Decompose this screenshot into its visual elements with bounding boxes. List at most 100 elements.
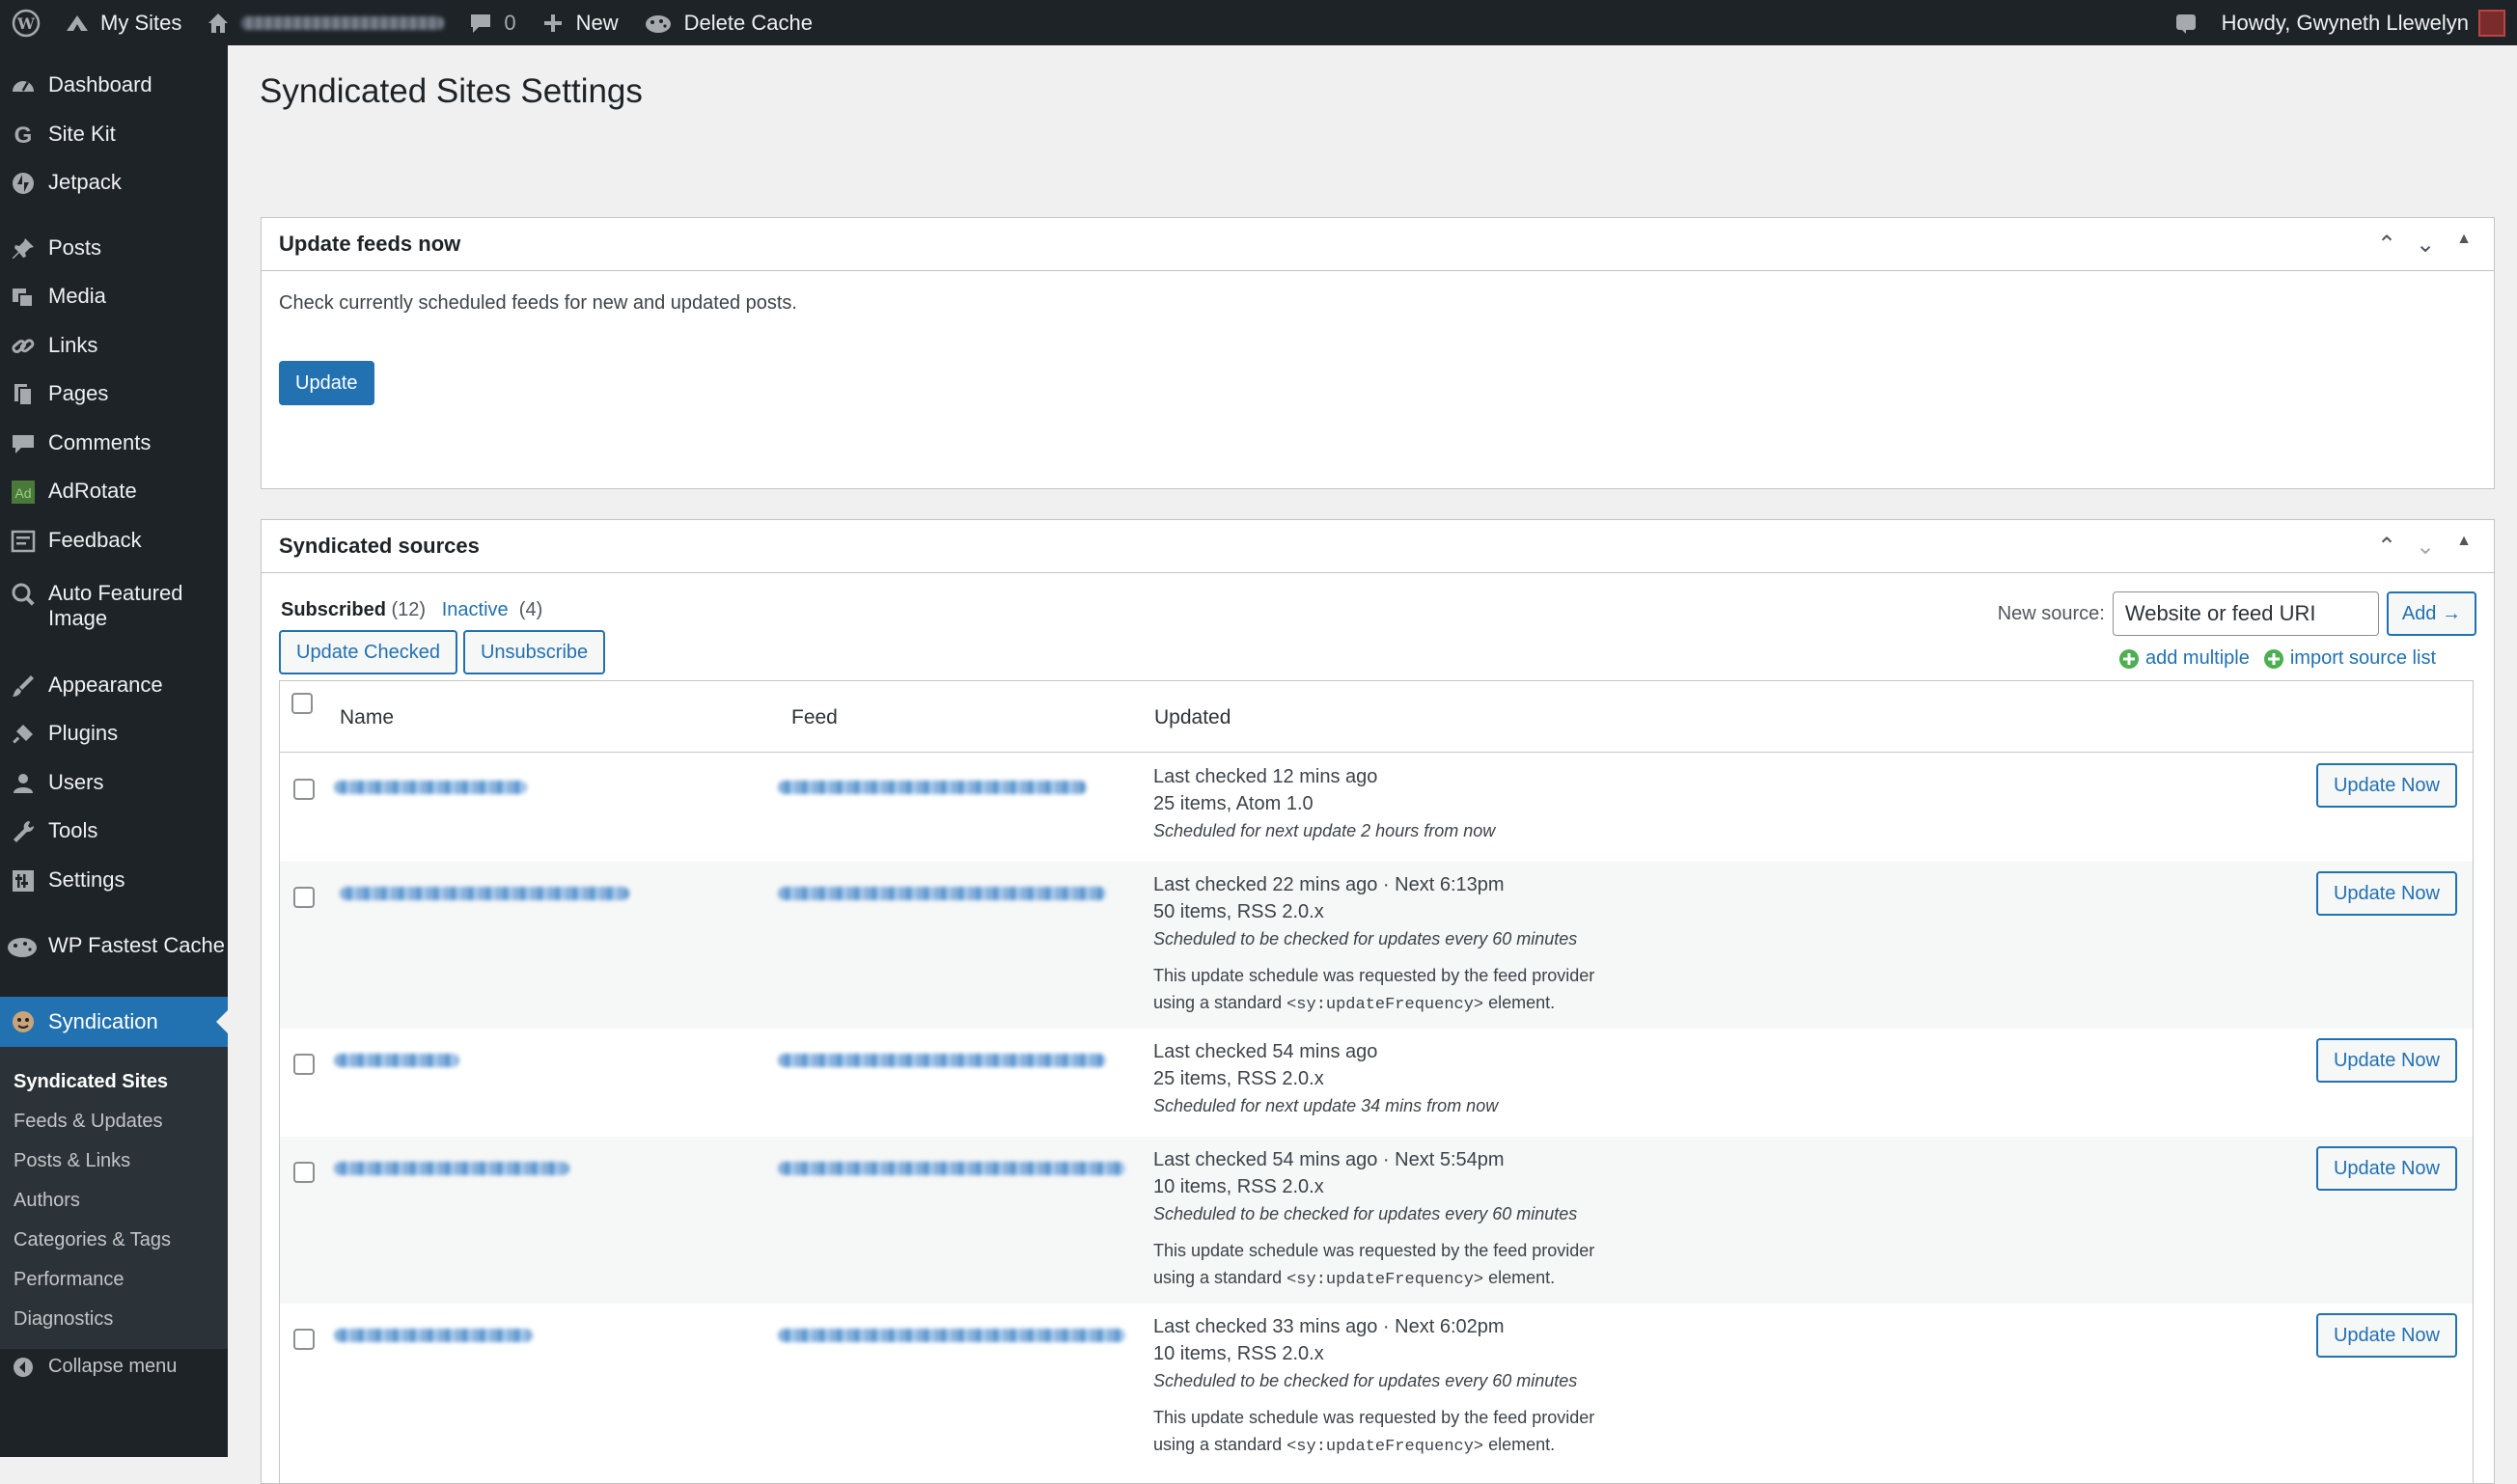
source-name-link[interactable] bbox=[334, 1329, 533, 1342]
sources-table: Name Feed Updated Last checked 12 mins a… bbox=[279, 680, 2474, 1483]
sidebar-item-site-kit[interactable]: G Site Kit bbox=[0, 122, 228, 149]
submenu-syndicated-sites[interactable]: Syndicated Sites bbox=[0, 1062, 228, 1102]
submenu-diagnostics[interactable]: Diagnostics bbox=[0, 1300, 228, 1339]
filter-inactive[interactable]: Inactive bbox=[442, 599, 509, 620]
cheetah-icon bbox=[645, 14, 671, 33]
update-now-button[interactable]: Update Now bbox=[2315, 763, 2457, 808]
new-label: New bbox=[575, 10, 619, 35]
update-checked-button[interactable]: Update Checked bbox=[279, 630, 457, 674]
source-feed-link[interactable] bbox=[778, 1329, 1125, 1342]
source-feed-link[interactable] bbox=[778, 1054, 1106, 1067]
collapse-arrow-icon bbox=[14, 1358, 33, 1377]
comments-menu[interactable]: 0 bbox=[456, 0, 527, 45]
filter-subscribed[interactable]: Subscribed bbox=[281, 599, 386, 620]
new-source-input[interactable]: Website or feed URI bbox=[2112, 591, 2379, 636]
my-account-menu[interactable]: Howdy, Gwyneth Llewelyn bbox=[2210, 0, 2517, 45]
source-feed-link[interactable] bbox=[778, 887, 1106, 900]
update-now-button[interactable]: Update Now bbox=[2315, 871, 2457, 916]
plus-circle-icon bbox=[2119, 648, 2139, 669]
page-title: Syndicated Sites Settings bbox=[260, 72, 643, 110]
source-feed-link[interactable] bbox=[778, 781, 1087, 794]
postbox-title: Update feeds now bbox=[279, 232, 461, 256]
sidebar-item-wp-fastest-cache[interactable]: WP Fastest Cache bbox=[0, 933, 228, 958]
move-up-icon[interactable]: ⌃ bbox=[2374, 533, 2399, 561]
sidebar-item-syndication[interactable]: Syndication bbox=[0, 997, 228, 1047]
unsubscribe-button[interactable]: Unsubscribe bbox=[462, 630, 606, 674]
sidebar-item-label: Settings bbox=[48, 867, 125, 892]
site-name-menu[interactable] bbox=[193, 0, 456, 45]
source-name-link[interactable] bbox=[334, 1162, 569, 1175]
note-text: using a standard bbox=[1153, 993, 1287, 1012]
sidebar-item-label: Feedback bbox=[48, 528, 142, 552]
submenu-performance[interactable]: Performance bbox=[0, 1260, 228, 1300]
sidebar-item-adrotate[interactable]: Ad AdRotate bbox=[0, 479, 228, 504]
column-updated[interactable]: Updated bbox=[1154, 706, 1231, 729]
plus-icon bbox=[543, 14, 562, 32]
submenu-posts-links[interactable]: Posts & Links bbox=[0, 1141, 228, 1181]
note-text: using a standard bbox=[1153, 1435, 1287, 1454]
column-name[interactable]: Name bbox=[340, 706, 394, 729]
collapse-menu-button[interactable]: Collapse menu bbox=[0, 1354, 228, 1379]
source-feed-link[interactable] bbox=[778, 1162, 1125, 1175]
svg-text:G: G bbox=[14, 123, 33, 149]
import-source-list-link[interactable]: import source list bbox=[2263, 647, 2436, 670]
sidebar-item-auto-featured-image[interactable]: Auto Featured Image bbox=[0, 581, 228, 631]
my-sites-menu[interactable]: My Sites bbox=[52, 0, 193, 45]
sidebar-item-plugins[interactable]: Plugins bbox=[0, 721, 228, 746]
notification-icon[interactable] bbox=[2162, 0, 2210, 45]
sidebar-item-jetpack[interactable]: Jetpack bbox=[0, 170, 228, 195]
source-name-link[interactable] bbox=[340, 887, 629, 900]
sidebar-item-settings[interactable]: Settings bbox=[0, 867, 228, 893]
move-down-icon[interactable]: ⌄ bbox=[2413, 231, 2438, 259]
sidebar-item-label: Auto Featured Image bbox=[48, 581, 183, 630]
submenu-categories-tags[interactable]: Categories & Tags bbox=[0, 1221, 228, 1260]
sidebar-item-label: Plugins bbox=[48, 721, 119, 745]
wordpress-logo-icon[interactable]: W bbox=[0, 0, 52, 45]
add-multiple-link[interactable]: add multiple bbox=[2118, 647, 2250, 670]
sidebar-item-label: Posts bbox=[48, 235, 102, 260]
sidebar-item-media[interactable]: Media bbox=[0, 284, 228, 309]
sidebar-item-users[interactable]: Users bbox=[0, 770, 228, 795]
new-content-menu[interactable]: New bbox=[528, 0, 630, 45]
row-checkbox[interactable] bbox=[293, 1329, 315, 1350]
toggle-panel-icon[interactable]: ▲ bbox=[2451, 231, 2476, 259]
sidebar-item-label: Users bbox=[48, 770, 104, 794]
sidebar-item-appearance[interactable]: Appearance bbox=[0, 673, 228, 698]
move-down-icon[interactable]: ⌄ bbox=[2413, 533, 2438, 561]
row-checkbox[interactable] bbox=[293, 779, 315, 800]
postbox-header: Update feeds now ⌃ ⌄ ▲ bbox=[262, 218, 2494, 271]
update-now-button[interactable]: Update Now bbox=[2315, 1038, 2457, 1083]
pages-icon bbox=[14, 384, 33, 406]
source-name-link[interactable] bbox=[334, 781, 527, 794]
select-all-checkbox[interactable] bbox=[291, 693, 313, 714]
sidebar-item-dashboard[interactable]: Dashboard bbox=[0, 72, 228, 97]
sidebar-item-feedback[interactable]: Feedback bbox=[0, 528, 228, 553]
table-header: Name Feed Updated bbox=[280, 681, 2473, 753]
submenu-authors[interactable]: Authors bbox=[0, 1181, 228, 1221]
feedback-icon bbox=[11, 530, 36, 553]
sidebar-item-links[interactable]: Links bbox=[0, 333, 228, 358]
dashboard-icon bbox=[13, 81, 34, 92]
sidebar-item-tools[interactable]: Tools bbox=[0, 818, 228, 843]
sidebar-item-label: Dashboard bbox=[48, 72, 152, 96]
source-name-link[interactable] bbox=[334, 1054, 459, 1067]
sidebar-item-comments[interactable]: Comments bbox=[0, 430, 228, 455]
update-button[interactable]: Update bbox=[279, 361, 374, 405]
row-checkbox[interactable] bbox=[293, 1162, 315, 1183]
schedule-text: Scheduled for next update 34 mins from n… bbox=[1153, 1096, 1499, 1115]
sidebar-item-posts[interactable]: Posts bbox=[0, 235, 228, 261]
update-now-button[interactable]: Update Now bbox=[2315, 1313, 2457, 1358]
update-now-button[interactable]: Update Now bbox=[2315, 1146, 2457, 1191]
row-checkbox[interactable] bbox=[293, 1054, 315, 1075]
schedule-text: Scheduled to be checked for updates ever… bbox=[1153, 1371, 1578, 1390]
add-source-button[interactable]: Add → bbox=[2386, 591, 2476, 636]
sidebar-item-pages[interactable]: Pages bbox=[0, 381, 228, 406]
toggle-panel-icon[interactable]: ▲ bbox=[2451, 533, 2476, 561]
column-feed[interactable]: Feed bbox=[791, 706, 838, 729]
updated-cell: Last checked 12 mins ago 25 items, Atom … bbox=[1153, 763, 1495, 844]
delete-cache-menu[interactable]: Delete Cache bbox=[630, 0, 824, 45]
media-icon bbox=[13, 289, 34, 308]
move-up-icon[interactable]: ⌃ bbox=[2374, 231, 2399, 259]
submenu-feeds-updates[interactable]: Feeds & Updates bbox=[0, 1102, 228, 1141]
row-checkbox[interactable] bbox=[293, 887, 315, 908]
